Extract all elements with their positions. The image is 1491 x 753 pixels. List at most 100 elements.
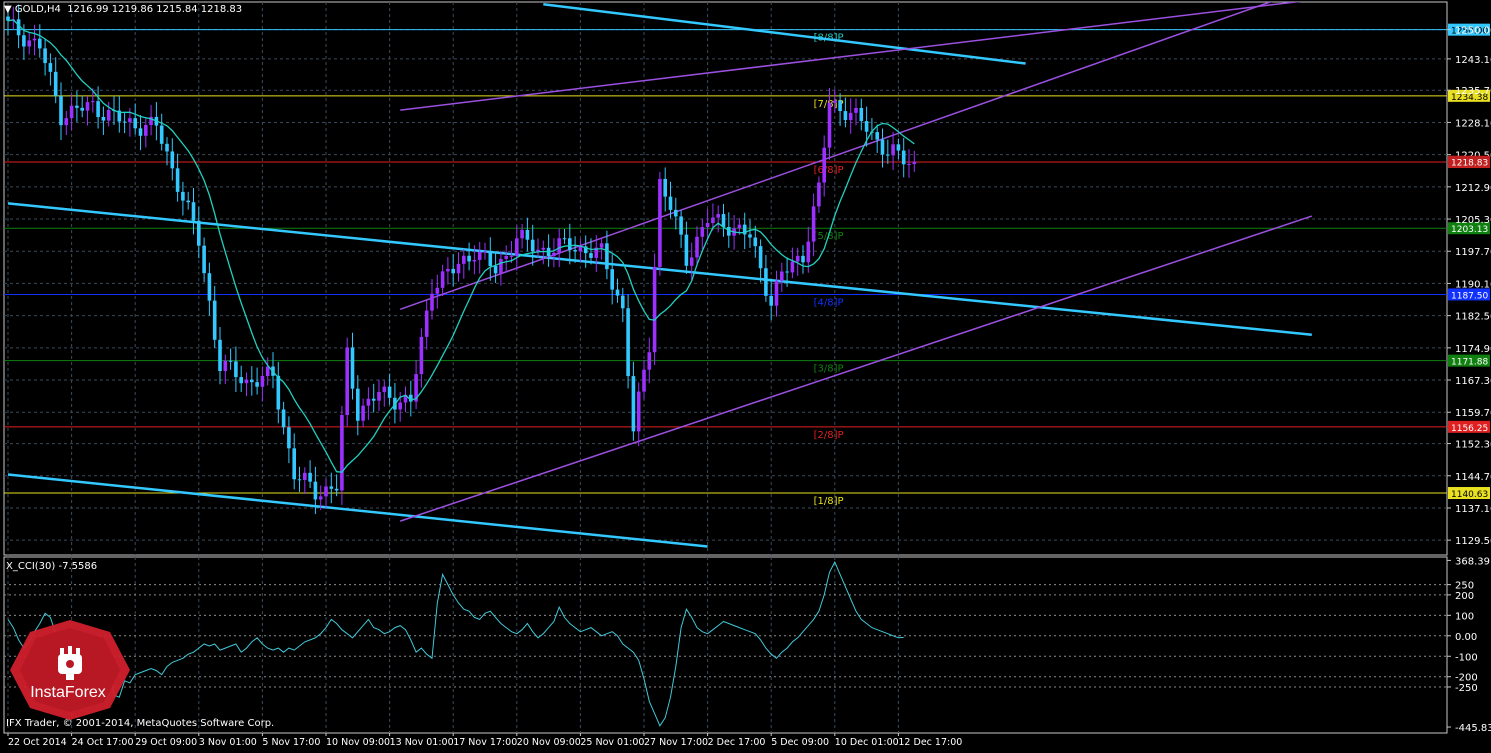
candle-body	[85, 102, 90, 111]
candle-body	[605, 243, 609, 270]
candle-body	[817, 182, 821, 207]
candle-body	[371, 398, 376, 401]
candle-body	[175, 168, 180, 192]
candle-body	[324, 486, 328, 497]
candle-body	[785, 271, 789, 273]
trading-chart[interactable]: [8/8]P1250.00[7/8]P1234.38[6/8]P1218.75[…	[0, 0, 1491, 749]
candle-body	[875, 132, 879, 140]
candle-body	[424, 310, 429, 337]
candle-body	[53, 71, 58, 96]
candle-body	[769, 295, 773, 306]
cci-tick-label: -250	[1455, 683, 1478, 694]
candle-body	[520, 229, 524, 239]
time-tick-label: 17 Nov 17:00	[453, 737, 517, 748]
price-tick-label: 1137.10	[1455, 504, 1491, 515]
cci-tick-label: -445.8391	[1455, 723, 1491, 734]
candle-body	[265, 366, 270, 377]
time-tick-label: 27 Nov 17:00	[644, 737, 708, 748]
candle-body	[552, 252, 556, 257]
candle-body	[795, 255, 800, 262]
candle-body	[684, 234, 689, 266]
candle-body	[716, 214, 720, 218]
candle-body	[144, 124, 148, 136]
candle-body	[329, 486, 334, 489]
candle-body	[573, 249, 577, 252]
candle-body	[780, 271, 784, 281]
time-tick-label: 10 Dec 01:00	[835, 737, 899, 748]
price-tick-label: 1190.10	[1455, 279, 1491, 290]
cci-tick-label: -100	[1455, 652, 1478, 663]
candle-body	[96, 101, 100, 117]
candle-body	[456, 263, 461, 274]
candle-body	[695, 236, 699, 258]
price-tick-label: 1174.90	[1455, 344, 1491, 355]
candle-body	[260, 376, 265, 387]
candle-body	[578, 246, 583, 252]
candle-body	[801, 255, 805, 263]
time-tick-label: 13 Nov 01:00	[390, 737, 454, 748]
candle-body	[398, 402, 402, 410]
candle-body	[764, 268, 768, 296]
candle-body	[43, 48, 47, 64]
candle-body	[811, 206, 816, 242]
candle-body	[186, 200, 190, 203]
candle-body	[615, 289, 620, 296]
time-tick-label: 3 Nov 01:00	[199, 737, 257, 748]
time-tick-label: 25 Nov 01:00	[580, 737, 644, 748]
candle-body	[22, 35, 26, 47]
candle-body	[912, 161, 917, 164]
candle-body	[568, 238, 572, 250]
candle-body	[159, 125, 164, 144]
price-tick-label: 1212.90	[1455, 183, 1491, 194]
murrey-level-label: [6/8]P	[814, 165, 844, 176]
candle-body	[170, 151, 175, 169]
candle-body	[838, 100, 842, 112]
price-tick-label: 1144.70	[1455, 472, 1491, 483]
murrey-level-label: [1/8]P	[814, 496, 844, 507]
symbol-timeframe: GOLD,H4	[14, 4, 61, 15]
time-tick-label: 22 Oct 2014	[8, 737, 67, 748]
candle-body	[387, 386, 392, 398]
candle-body	[197, 220, 201, 246]
candle-body	[297, 479, 302, 481]
candle-body	[626, 308, 630, 377]
candle-body	[652, 266, 657, 353]
candle-body	[758, 246, 763, 269]
candle-body	[218, 339, 222, 372]
time-tick-label: 12 Dec 17:00	[898, 737, 962, 748]
candle-body	[525, 229, 530, 240]
price-tick-label: 1235.70	[1455, 86, 1491, 97]
candle-body	[663, 178, 667, 197]
candle-body	[446, 268, 450, 272]
candle-body	[488, 251, 493, 266]
instaforex-logo	[10, 620, 130, 720]
candle-body	[91, 101, 95, 103]
murrey-price-flag-label: 1171.88	[1451, 358, 1488, 368]
candle-body	[901, 150, 906, 165]
candle-body	[896, 144, 901, 151]
cci-tick-label: 0.00	[1455, 632, 1477, 643]
candle-body	[207, 273, 212, 301]
current-price-label: 1218.83	[1451, 159, 1488, 169]
time-tick-label: 24 Oct 17:00	[72, 737, 134, 748]
candle-body	[880, 139, 885, 155]
candle-body	[48, 63, 53, 72]
candle-body	[133, 118, 137, 129]
candle-body	[382, 386, 387, 392]
murrey-level-label: [2/8]P	[814, 430, 844, 441]
ohlc-values: 1216.99 1219.86 1215.84 1218.83	[67, 4, 243, 15]
candle-body	[334, 488, 339, 491]
candle-body	[886, 154, 890, 156]
candle-body	[75, 105, 79, 108]
chart-canvas[interactable]: [8/8]P1250.00[7/8]P1234.38[6/8]P1218.75[…	[0, 0, 1491, 749]
candle-body	[774, 280, 779, 306]
price-tick-label: 1182.50	[1455, 312, 1491, 323]
murrey-price-flag-label: 1140.63	[1451, 490, 1488, 500]
candle-body	[440, 271, 445, 288]
murrey-level-label: [4/8]P	[814, 297, 844, 308]
candle-body	[419, 336, 424, 375]
candle-body	[705, 223, 710, 228]
candle-body	[647, 352, 652, 370]
murrey-price-flag-label: 1187.50	[1451, 291, 1488, 301]
collapse-triangle-icon[interactable]: ▼	[4, 4, 15, 15]
